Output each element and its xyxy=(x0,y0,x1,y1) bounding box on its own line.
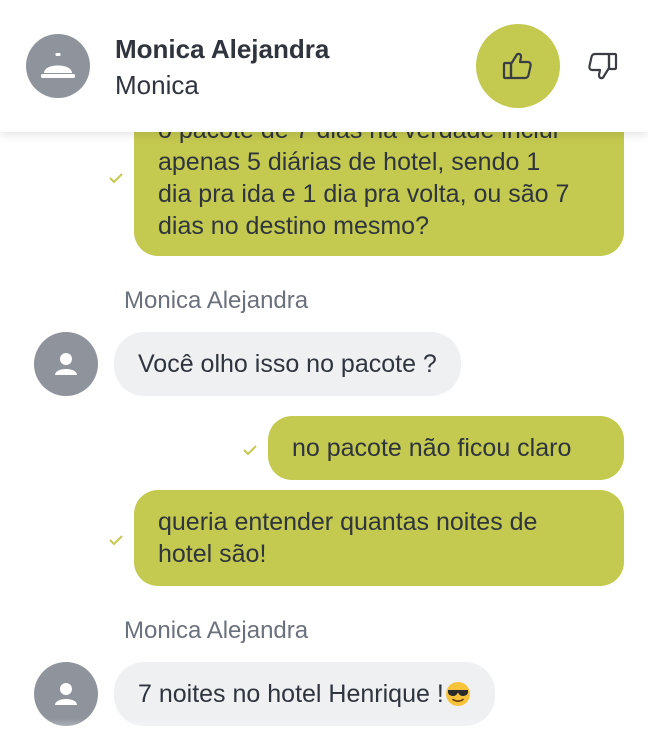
message-text: no pacote não ficou claro xyxy=(292,434,572,462)
message-line: apenas 5 diárias de hotel, sendo 1 xyxy=(158,148,541,176)
agent-subtitle: Monica xyxy=(115,70,199,100)
outgoing-message: no pacote não ficou claro xyxy=(268,416,624,480)
concierge-bell-icon xyxy=(41,53,75,78)
sender-name: Monica Alejandra xyxy=(124,617,309,644)
smiling-face-with-sunglasses-icon xyxy=(445,682,470,706)
outgoing-message: queria entender quantas noites de hotel … xyxy=(134,490,624,586)
user-icon xyxy=(55,353,77,375)
message-text: Você olho isso no pacote ? xyxy=(138,350,437,378)
delivered-check-icon xyxy=(243,445,257,456)
dislike-button[interactable] xyxy=(580,44,624,88)
incoming-message: Você olho isso no pacote ? xyxy=(114,332,461,396)
delivered-check-icon xyxy=(109,535,123,546)
agent-name: Monica Alejandra xyxy=(115,34,330,64)
sender-name: Monica Alejandra xyxy=(124,287,309,314)
delivered-check-icon xyxy=(109,173,123,184)
chat-header: Monica Alejandra Monica xyxy=(0,0,648,132)
user-icon xyxy=(55,683,77,705)
incoming-message: 7 noites no hotel Henrique ! xyxy=(114,662,495,726)
message-line: queria entender quantas noites de xyxy=(158,508,538,536)
message-line: dias no destino mesmo? xyxy=(158,212,429,240)
message-text: 7 noites no hotel Henrique ! xyxy=(138,680,444,708)
agent-avatar xyxy=(26,34,90,98)
like-button[interactable] xyxy=(476,24,560,108)
thumbs-up-icon xyxy=(502,52,532,80)
thumbs-down-icon xyxy=(588,52,618,80)
user-avatar xyxy=(34,332,98,396)
message-line: dia pra ida e 1 dia pra volta, ou são 7 xyxy=(158,180,570,208)
message-line: hotel são! xyxy=(158,540,267,568)
user-avatar xyxy=(34,662,98,726)
bottom-fade xyxy=(0,718,648,748)
